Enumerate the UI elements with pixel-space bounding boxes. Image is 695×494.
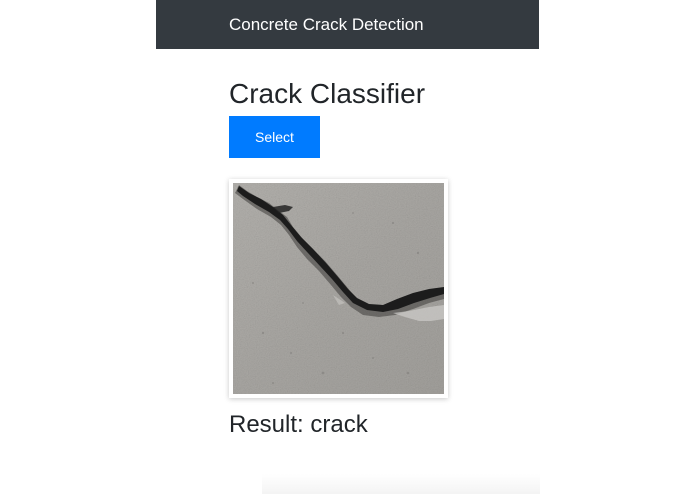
- uploaded-image-thumbnail: [229, 179, 448, 398]
- result-value: crack: [310, 411, 368, 438]
- concrete-crack-image: [233, 183, 444, 394]
- select-image-button[interactable]: Select: [229, 116, 320, 158]
- footer-shadow: [262, 474, 540, 494]
- result-label: Result:: [229, 411, 304, 438]
- page-title: Crack Classifier: [229, 78, 426, 109]
- app-screen: Concrete Crack Detection Crack Classifie…: [0, 0, 695, 494]
- result-text: Result: crack: [229, 411, 368, 439]
- navbar-brand[interactable]: Concrete Crack Detection: [229, 15, 424, 35]
- top-navbar: Concrete Crack Detection: [156, 0, 539, 49]
